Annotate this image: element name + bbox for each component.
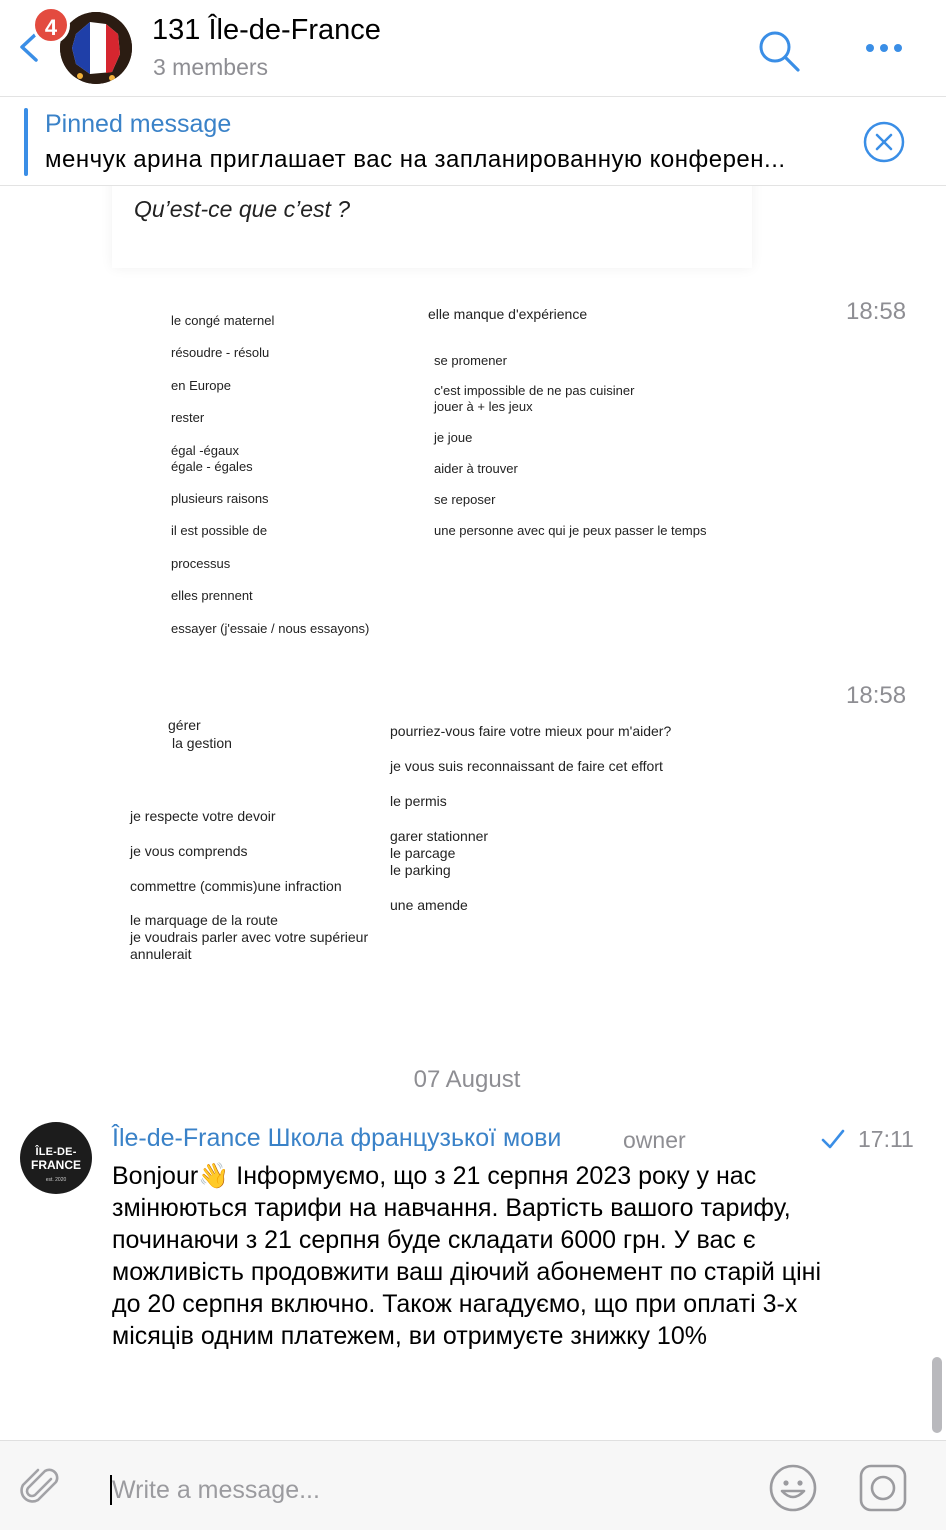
note-line: égale - égales xyxy=(171,459,253,474)
avatar-logo-text: est. 2020 xyxy=(45,1177,67,1183)
pinned-title: Pinned message xyxy=(45,110,232,138)
more-icon[interactable] xyxy=(862,34,906,62)
pinned-message-bar[interactable]: Pinned message менчук арина приглашает в… xyxy=(0,98,946,186)
message-composer xyxy=(0,1440,946,1530)
pinned-accent-bar xyxy=(24,108,28,176)
message-text: Bonjour👋 Інформуємо, що з 21 серпня 2023… xyxy=(112,1162,822,1350)
avatar-logo-text: ÎLE-DE- xyxy=(35,1146,77,1158)
close-circle-icon[interactable] xyxy=(862,120,906,164)
note-line: je vous comprends xyxy=(130,843,248,859)
note-line: la gestion xyxy=(172,735,232,751)
unread-badge: 4 xyxy=(32,6,70,44)
note-line: rester xyxy=(171,410,205,425)
note-line: je joue xyxy=(434,430,473,445)
date-separator: 07 August xyxy=(413,1066,521,1093)
chat-title[interactable]: 131 Île-de-France xyxy=(152,14,381,47)
note-line: le parking xyxy=(390,862,451,878)
pinned-text: менчук арина приглашает вас на запланиро… xyxy=(45,146,786,173)
note-line: égal -égaux xyxy=(171,443,239,458)
note-line: annulerait xyxy=(130,946,192,962)
group-avatar[interactable] xyxy=(60,12,132,84)
message-time: 17:11 xyxy=(858,1126,914,1152)
note-line: c'est impossible de ne pas cuisiner xyxy=(434,383,635,398)
note-line: processus xyxy=(171,556,231,571)
members-count: 3 members xyxy=(153,54,269,80)
sender-avatar[interactable]: ÎLE-DE- FRANCE est. 2020 xyxy=(20,1122,92,1194)
note-line: je voudrais parler avec votre supérieur xyxy=(130,929,369,945)
avatar-logo-text: FRANCE xyxy=(31,1158,81,1172)
note-line: plusieurs raisons xyxy=(171,491,269,506)
note-line: je vous suis reconnaissant de faire cet … xyxy=(390,758,663,774)
note-line: en Europe xyxy=(171,378,231,393)
camera-icon[interactable] xyxy=(858,1463,908,1513)
search-icon[interactable] xyxy=(756,28,802,74)
note-line: le parcage xyxy=(390,845,456,861)
note-line: une amende xyxy=(390,897,468,913)
note-line: jouer à + les jeux xyxy=(434,399,533,414)
note-line: il est possible de xyxy=(171,523,268,538)
scrollbar[interactable] xyxy=(932,1357,942,1433)
note-line: résoudre - résolu xyxy=(171,345,270,360)
note-line: une personne avec qui je peux passer le … xyxy=(434,523,707,538)
message-time: 18:58 xyxy=(846,298,907,325)
france-flag-icon xyxy=(60,12,132,84)
sender-role: owner xyxy=(623,1127,686,1153)
note-line: essayer (j'essaie / nous essayons) xyxy=(171,621,370,636)
sender-name[interactable]: Île-de-France Школа французької мови xyxy=(112,1124,561,1153)
note-line: commettre (commis)une infraction xyxy=(130,878,342,894)
check-icon xyxy=(821,1129,845,1149)
message-time: 18:58 xyxy=(846,682,907,709)
emoji-icon[interactable] xyxy=(768,1463,818,1513)
note-line: le marquage de la route xyxy=(130,912,278,928)
note-line: gérer xyxy=(168,717,201,733)
note-line: se promener xyxy=(434,353,507,368)
message-input[interactable] xyxy=(112,1473,732,1507)
note-line: elle manque d'expérience xyxy=(428,306,588,322)
photo-text: Qu’est-ce que c’est ? xyxy=(134,196,351,222)
note-line: aider à trouver xyxy=(434,461,518,476)
chat-header: 4 131 Île-de-France 3 members xyxy=(0,0,946,97)
note-line: garer stationner xyxy=(390,828,489,844)
note-line: elles prennent xyxy=(171,588,253,603)
note-line: pourriez-vous faire votre mieux pour m'a… xyxy=(390,723,672,739)
note-line: je respecte votre devoir xyxy=(130,808,276,824)
note-line: le permis xyxy=(390,793,447,809)
note-line: le congé maternel xyxy=(171,313,275,328)
attach-icon[interactable] xyxy=(18,1465,64,1511)
note-line: se reposer xyxy=(434,492,496,507)
